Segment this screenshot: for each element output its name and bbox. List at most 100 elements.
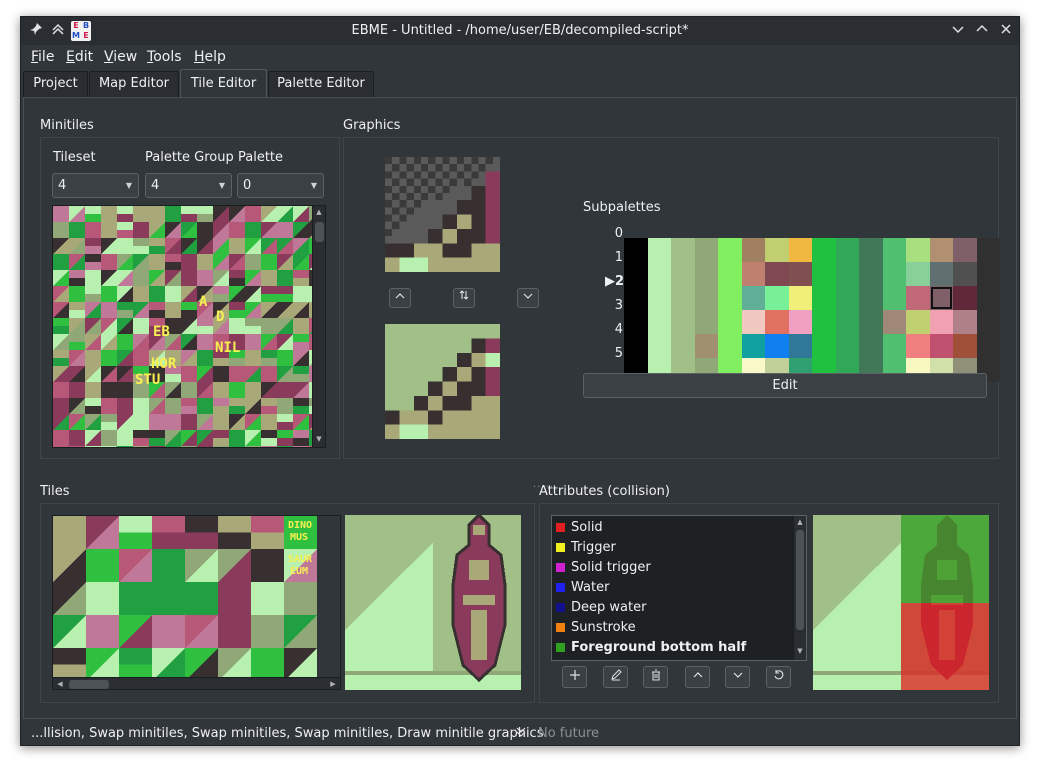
edit-palette-button[interactable]: Edit xyxy=(583,373,987,398)
scroll-down-icon[interactable]: ▼ xyxy=(313,435,325,443)
palette-color-swatch[interactable] xyxy=(718,238,742,262)
tile-preview[interactable] xyxy=(345,515,521,690)
tab-tile-editor[interactable]: Tile Editor xyxy=(180,69,267,98)
palette-color-swatch[interactable] xyxy=(624,238,648,262)
palette-color-swatch[interactable] xyxy=(788,334,812,358)
attr-item-sunstroke[interactable]: Sunstroke xyxy=(556,617,636,637)
palette-color-swatch[interactable] xyxy=(694,334,718,358)
palette-color-swatch[interactable] xyxy=(788,286,812,310)
palette-color-swatch[interactable] xyxy=(929,262,953,286)
palette-color-swatch[interactable] xyxy=(882,238,906,262)
palette-color-swatch[interactable] xyxy=(812,238,836,262)
palette-color-swatch[interactable] xyxy=(741,334,765,358)
palette-color-swatch[interactable] xyxy=(788,238,812,262)
close-icon[interactable] xyxy=(997,22,1015,40)
attr-item-water[interactable]: Water xyxy=(556,577,609,597)
scroll-thumb[interactable] xyxy=(315,222,324,242)
palette-color-swatch[interactable] xyxy=(812,310,836,334)
collision-list[interactable]: Solid Trigger Solid trigger Water Deep w… xyxy=(551,515,807,661)
attr-item-foreground-bottom-half[interactable]: Foreground bottom half xyxy=(556,637,746,657)
palette-color-swatch[interactable] xyxy=(812,286,836,310)
scroll-right-icon[interactable]: ▶ xyxy=(327,680,339,688)
menu-file[interactable]: File xyxy=(31,49,54,65)
scroll-down-icon[interactable]: ▼ xyxy=(794,647,806,655)
tiles-canvas[interactable]: DINO MUS SAUR EUM ◀ ▶ xyxy=(52,515,341,690)
palette-color-swatch[interactable] xyxy=(671,238,695,262)
palette-color-swatch[interactable] xyxy=(647,262,671,286)
palette-color-swatch[interactable] xyxy=(788,310,812,334)
palette-color-swatch[interactable] xyxy=(741,262,765,286)
palette-group-select[interactable]: 4 ▼ xyxy=(145,173,232,198)
palette-color-swatch[interactable] xyxy=(718,334,742,358)
minitile-foreground-editor[interactable] xyxy=(385,157,500,272)
tiles-hscrollbar[interactable]: ◀ ▶ xyxy=(53,677,340,689)
palette-color-swatch[interactable] xyxy=(835,238,859,262)
palette-color-swatch[interactable] xyxy=(976,334,1000,358)
palette-color-swatch[interactable] xyxy=(812,334,836,358)
palette-color-swatch[interactable] xyxy=(835,334,859,358)
palette-color-swatch[interactable] xyxy=(624,310,648,334)
palette-color-swatch[interactable] xyxy=(812,262,836,286)
palette-color-swatch[interactable] xyxy=(694,238,718,262)
palette-color-swatch[interactable] xyxy=(976,238,1000,262)
palette-color-swatch[interactable] xyxy=(741,238,765,262)
palette-color-swatch[interactable] xyxy=(976,262,1000,286)
palette-color-swatch[interactable] xyxy=(953,310,977,334)
menu-help[interactable]: Help xyxy=(194,49,226,65)
edit-attribute-button[interactable] xyxy=(603,666,628,688)
palette-color-swatch[interactable] xyxy=(694,286,718,310)
palette-color-swatch[interactable] xyxy=(741,310,765,334)
palette-color-swatch[interactable] xyxy=(718,286,742,310)
palette-color-swatch[interactable] xyxy=(882,262,906,286)
palette-color-swatch[interactable] xyxy=(671,334,695,358)
minitiles-mosaic[interactable] xyxy=(53,206,325,448)
palette-color-swatch[interactable] xyxy=(647,286,671,310)
palette-select[interactable]: 0 ▼ xyxy=(237,173,324,198)
swap-button[interactable] xyxy=(453,288,475,308)
reset-attribute-button[interactable] xyxy=(766,666,791,688)
palette-color-swatch[interactable] xyxy=(882,286,906,310)
scroll-thumb[interactable] xyxy=(69,680,109,689)
palette-color-swatch[interactable] xyxy=(835,310,859,334)
palette-color-swatch[interactable] xyxy=(718,262,742,286)
palette-color-swatch[interactable] xyxy=(765,262,789,286)
tileset-select[interactable]: 4 ▼ xyxy=(52,173,139,198)
palette-color-swatch[interactable] xyxy=(671,262,695,286)
subpalette-grid[interactable] xyxy=(624,238,1000,382)
palette-color-swatch[interactable] xyxy=(859,262,883,286)
scroll-thumb[interactable] xyxy=(796,530,804,630)
palette-color-swatch[interactable] xyxy=(741,286,765,310)
palette-color-swatch[interactable] xyxy=(882,310,906,334)
scroll-left-icon[interactable]: ◀ xyxy=(54,680,66,688)
menu-tools[interactable]: Tools xyxy=(147,49,182,65)
palette-color-swatch[interactable] xyxy=(671,310,695,334)
palette-color-swatch[interactable] xyxy=(953,286,977,310)
menu-view[interactable]: View xyxy=(104,49,137,65)
palette-color-swatch[interactable] xyxy=(976,310,1000,334)
tab-map-editor[interactable]: Map Editor xyxy=(89,71,179,97)
tab-project[interactable]: Project xyxy=(23,71,88,97)
palette-color-swatch[interactable] xyxy=(906,334,930,358)
tab-palette-editor[interactable]: Palette Editor xyxy=(268,71,374,97)
shift-down-button[interactable] xyxy=(517,288,539,308)
scroll-up-icon[interactable]: ▲ xyxy=(794,518,806,526)
minitiles-canvas[interactable]: ▲ ▼ A D EB NIL HOR STU xyxy=(52,205,326,448)
minitiles-scrollbar[interactable]: ▲ ▼ xyxy=(312,206,325,447)
shift-up-button[interactable] xyxy=(389,288,411,308)
palette-color-swatch[interactable] xyxy=(694,310,718,334)
palette-color-swatch[interactable] xyxy=(906,238,930,262)
palette-color-swatch[interactable] xyxy=(788,262,812,286)
palette-color-swatch[interactable] xyxy=(647,334,671,358)
tile-preview-pixels[interactable] xyxy=(345,515,521,690)
palette-color-swatch[interactable] xyxy=(929,310,953,334)
palette-color-swatch[interactable] xyxy=(906,262,930,286)
palette-color-swatch[interactable] xyxy=(765,334,789,358)
maximize-icon[interactable] xyxy=(973,22,991,40)
palette-color-swatch[interactable] xyxy=(835,286,859,310)
palette-color-swatch[interactable] xyxy=(882,334,906,358)
minimize-icon[interactable] xyxy=(949,22,967,40)
palette-color-swatch[interactable] xyxy=(929,334,953,358)
palette-color-swatch[interactable] xyxy=(624,334,648,358)
menu-edit[interactable]: Edit xyxy=(66,49,93,65)
palette-color-swatch[interactable] xyxy=(647,238,671,262)
